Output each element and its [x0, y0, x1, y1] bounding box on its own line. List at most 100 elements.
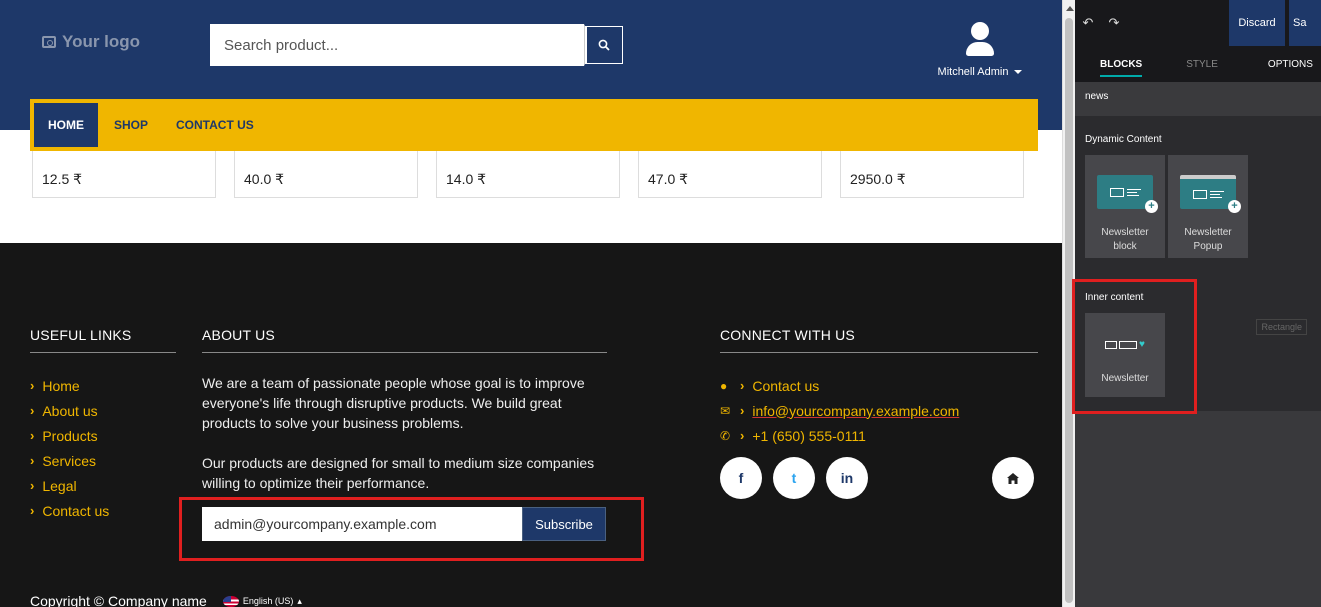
- connect-column: CONNECT WITH US ● › Contact us ✉ › info@your…: [720, 327, 1038, 448]
- product-price: 47.0 ₹: [638, 151, 822, 198]
- social-links: f t in: [720, 457, 868, 499]
- tab-style[interactable]: STYLE: [1175, 46, 1229, 82]
- tab-options[interactable]: OPTIONS: [1257, 46, 1321, 82]
- envelope-icon: ✉: [720, 403, 731, 418]
- footer-link-legal[interactable]: › Legal: [30, 473, 176, 498]
- newsletter-popup-icon: +: [1180, 175, 1241, 213]
- newsletter-block-snippet[interactable]: + Newsletter block: [1085, 155, 1165, 258]
- user-name: Mitchell Admin: [937, 66, 1009, 78]
- editor-toolbar: ↶ ↷ Discard Sa: [1075, 0, 1321, 46]
- website-preview: Your logo Mitchell Admin HOME SHOP CONTA…: [0, 0, 1062, 607]
- us-flag-icon: [222, 595, 239, 607]
- connect-email[interactable]: ✉ › info@yourcompany.example.com: [720, 398, 1038, 423]
- subscribe-button[interactable]: Subscribe: [522, 507, 606, 541]
- newsletter-inner-snippet[interactable]: ♥ Newsletter: [1085, 313, 1165, 397]
- snippet-label: Newsletter: [1101, 373, 1149, 384]
- site-footer: USEFUL LINKS › Home › About us › Products ›…: [0, 243, 1062, 607]
- rectangle-hint: Rectangle: [1256, 319, 1307, 335]
- nav-home[interactable]: HOME: [34, 103, 98, 147]
- search-icon: [598, 39, 610, 51]
- redo-icon[interactable]: ↷: [1101, 0, 1127, 46]
- product-price: 14.0 ₹: [436, 151, 620, 198]
- snippet-label: Newsletter Popup: [1184, 227, 1232, 252]
- connect-label: Contact us: [752, 377, 820, 394]
- nav-contact-us[interactable]: CONTACT US: [162, 103, 268, 147]
- copyright-text: Copyright © Company name: [30, 593, 207, 607]
- chevron-right-icon: ›: [30, 378, 35, 393]
- main-nav: HOME SHOP CONTACT US: [30, 99, 1038, 151]
- connect-contact-us[interactable]: ● › Contact us: [720, 373, 1038, 398]
- twitter-glyph: t: [791, 470, 797, 486]
- comment-icon: ●: [720, 378, 728, 393]
- dynamic-content-section: Dynamic Content + Newsletter block + New…: [1075, 116, 1321, 258]
- user-menu[interactable]: Mitchell Admin: [930, 22, 1030, 78]
- product-price: 12.5 ₹: [32, 151, 216, 198]
- search-button[interactable]: [584, 24, 625, 66]
- about-paragraph: We are a team of passionate people whose…: [202, 375, 585, 431]
- home-icon[interactable]: [992, 457, 1034, 499]
- chevron-right-icon: ›: [740, 378, 745, 393]
- newsletter-block-icon: +: [1097, 175, 1158, 213]
- product-prices-row: 12.5 ₹ 40.0 ₹ 14.0 ₹ 47.0 ₹ 2950.0 ₹: [32, 151, 1036, 198]
- language-selector[interactable]: English (US) ▴: [222, 595, 302, 607]
- useful-links-column: USEFUL LINKS › Home › About us › Products ›…: [30, 327, 176, 523]
- facebook-glyph: f: [738, 470, 744, 486]
- link-label: Products: [42, 427, 98, 444]
- chevron-right-icon: ›: [30, 403, 35, 418]
- section-title: Inner content: [1085, 292, 1144, 303]
- inner-content-section: Inner content ♥ Newsletter Rectangle: [1075, 283, 1321, 411]
- newsletter-popup-snippet[interactable]: + Newsletter Popup: [1168, 155, 1248, 258]
- twitter-icon[interactable]: t: [773, 457, 815, 499]
- chevron-right-icon: ›: [30, 453, 35, 468]
- connect-label: +1 (650) 555-0111: [752, 427, 866, 444]
- newsletter-subscribe: Subscribe: [202, 507, 606, 541]
- footer-link-about-us[interactable]: › About us: [30, 398, 176, 423]
- site-logo[interactable]: Your logo: [42, 32, 140, 52]
- search-input[interactable]: [210, 24, 584, 66]
- chevron-right-icon: ›: [30, 478, 35, 493]
- copyright-bar: Copyright © Company name English (US) ▴: [30, 593, 302, 607]
- scroll-thumb[interactable]: [1065, 18, 1073, 603]
- useful-links-title: USEFUL LINKS: [30, 327, 132, 343]
- subscribe-email-input[interactable]: [202, 507, 522, 541]
- caret-up-icon: ▴: [297, 595, 302, 606]
- linkedin-glyph: in: [840, 470, 854, 486]
- phone-icon: ✆: [720, 428, 731, 443]
- save-button[interactable]: Sa: [1289, 0, 1321, 46]
- snippet-label: Newsletter block: [1101, 227, 1149, 252]
- about-us-column: ABOUT US We are a team of passionate peo…: [202, 327, 612, 493]
- discard-button[interactable]: Discard: [1229, 0, 1285, 46]
- panel-empty-area: [1075, 411, 1321, 607]
- preview-scrollbar[interactable]: [1062, 0, 1075, 607]
- footer-link-services[interactable]: › Services: [30, 448, 176, 473]
- connect-label: info@yourcompany.example.com: [752, 402, 960, 419]
- chevron-right-icon: ›: [740, 403, 745, 418]
- connect-phone[interactable]: ✆ › +1 (650) 555-0111: [720, 423, 1038, 448]
- undo-icon[interactable]: ↶: [1075, 0, 1101, 46]
- user-avatar-icon: [964, 22, 996, 62]
- caret-down-icon: [1014, 70, 1023, 75]
- link-label: Legal: [42, 477, 77, 494]
- tab-blocks[interactable]: BLOCKS: [1089, 46, 1153, 82]
- connect-title: CONNECT WITH US: [720, 327, 855, 343]
- product-search: [210, 24, 625, 66]
- link-label: Services: [42, 452, 97, 469]
- link-label: Home: [42, 377, 80, 394]
- chevron-right-icon: ›: [30, 428, 35, 443]
- section-title: Dynamic Content: [1085, 134, 1162, 145]
- logo-text: Your logo: [62, 32, 141, 51]
- link-label: Contact us: [42, 502, 110, 519]
- nav-shop[interactable]: SHOP: [100, 103, 162, 147]
- footer-link-contact-us[interactable]: › Contact us: [30, 498, 176, 523]
- footer-link-home[interactable]: › Home: [30, 373, 176, 398]
- scroll-up-arrow-icon[interactable]: [1066, 6, 1074, 11]
- camera-icon: [42, 36, 56, 48]
- editor-tabs: BLOCKS STYLE OPTIONS: [1075, 46, 1321, 82]
- language-label: English (US): [242, 596, 294, 606]
- blocks-search-input[interactable]: news: [1075, 82, 1321, 116]
- footer-link-products[interactable]: › Products: [30, 423, 176, 448]
- editor-panel: ↶ ↷ Discard Sa BLOCKS STYLE OPTIONS news…: [1075, 0, 1321, 607]
- linkedin-icon[interactable]: in: [826, 457, 868, 499]
- newsletter-form-icon: ♥: [1105, 339, 1145, 350]
- facebook-icon[interactable]: f: [720, 457, 762, 499]
